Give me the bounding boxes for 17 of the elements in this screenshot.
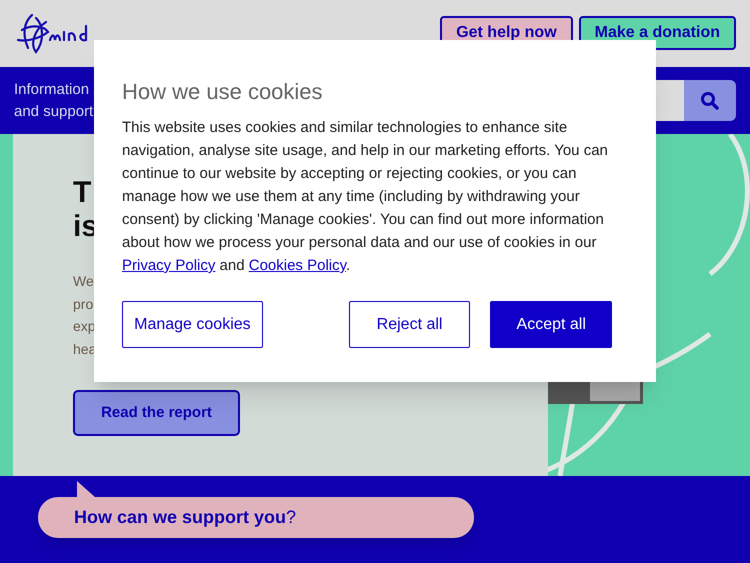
cookie-outline-button[interactable]: Manage cookies (122, 301, 263, 348)
support-bubble[interactable]: How can we support you? (38, 497, 474, 538)
read-report-button[interactable]: Read the report (73, 390, 240, 436)
dialog-text: This website uses cookies and similar technologies to enhance site navigation, analyse site usage, and help in our marketing efforts. You can continue to our website by accepting or rejecting cookies, or you can manage how we use them at any time (including by withdrawing your consent) by clicking 'Manage cookies'. You can find out more information about how we process your personal data and our use of cookies in our Privacy Policy and Cookies Policy. (122, 118, 609, 276)
cookie-outline-button[interactable]: Reject all (348, 301, 470, 348)
paragraph-text: We (73, 272, 94, 291)
heading: T (73, 176, 92, 210)
search-button[interactable] (684, 80, 736, 121)
paragraph-text: pro (73, 294, 94, 314)
cookie-primary-button[interactable]: Accept all (490, 301, 612, 348)
dialog-title: How we use cookies (122, 78, 324, 106)
menu-label[interactable]: and support (14, 100, 94, 122)
privacy-policy-link[interactable]: Privacy Policy (122, 257, 216, 274)
menu-label[interactable]: Information (14, 78, 90, 100)
search-icon (700, 90, 720, 110)
cookies-policy-link[interactable]: Cookies Policy (248, 257, 346, 274)
speech-bubble-tail-icon (77, 481, 96, 498)
